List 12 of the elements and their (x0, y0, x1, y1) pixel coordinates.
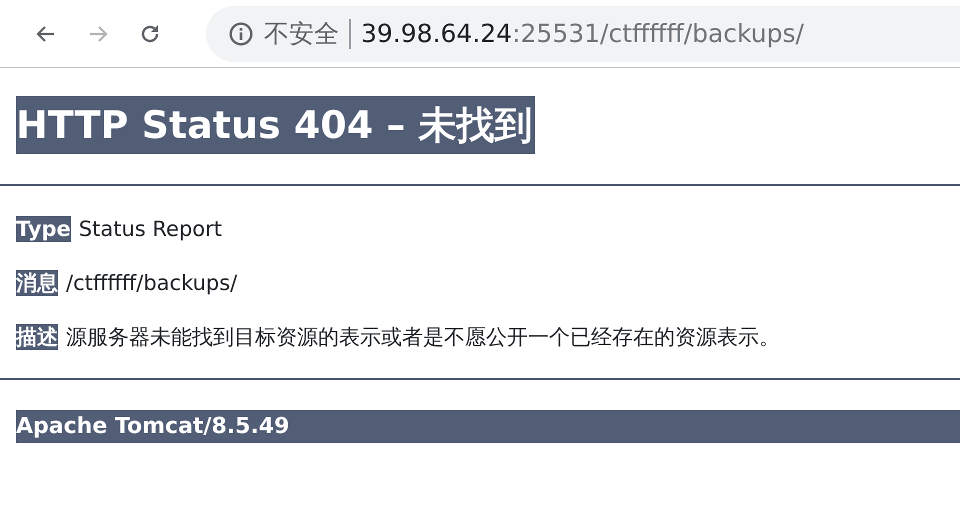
security-label: 不安全 (264, 18, 339, 50)
url-text: 39.98.64.24:25531/ctffffff/backups/ (361, 18, 804, 50)
info-icon[interactable] (228, 20, 254, 46)
field-value: 源服务器未能找到目标资源的表示或者是不愿公开一个已经存在的资源表示。 (66, 324, 780, 350)
page-heading: HTTP Status 404 – 未找到 (16, 96, 535, 154)
field-label: 描述 (16, 324, 58, 350)
server-version: Apache Tomcat/8.5.49 (16, 410, 960, 443)
field-label: 消息 (16, 270, 58, 296)
field-value: Status Report (78, 216, 222, 242)
address-bar[interactable]: 不安全 39.98.64.24:25531/ctffffff/backups/ (206, 6, 960, 62)
field-value: /ctffffff/backups/ (66, 270, 238, 296)
field-label: Type (16, 216, 71, 242)
